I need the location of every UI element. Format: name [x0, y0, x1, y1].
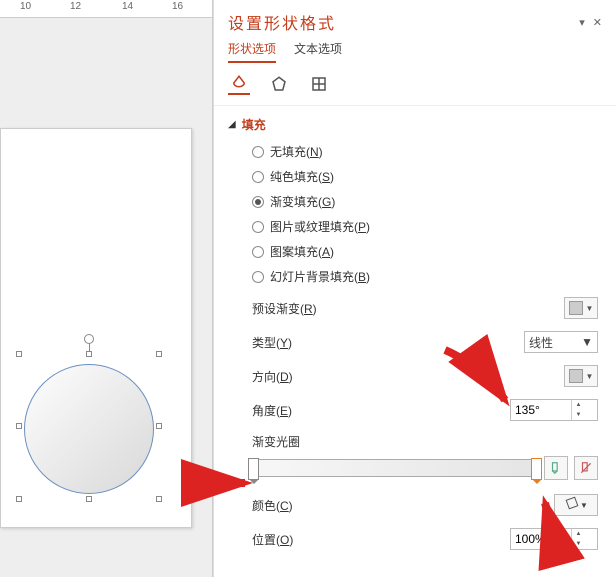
tab-shape-options[interactable]: 形状选项 [228, 40, 276, 63]
horizontal-ruler: 10 12 14 16 [0, 0, 213, 18]
angle-input[interactable] [511, 400, 571, 420]
angle-row: 角度(E) ▲▼ [252, 399, 598, 421]
gradient-stop-1[interactable] [248, 458, 259, 480]
fill-line-icon[interactable] [228, 73, 250, 95]
angle-spinner[interactable]: ▲▼ [510, 399, 598, 421]
format-shape-panel: 设置形状格式 ▾ ✕ 形状选项 文本选项 ◢ 填充 无填充(N) 纯色填充(S)… [213, 0, 616, 577]
size-properties-icon[interactable] [308, 73, 330, 95]
selected-shape-bbox[interactable] [19, 354, 159, 499]
radio-slide-bg-fill[interactable]: 幻灯片背景填充(B) [252, 268, 602, 285]
option-tabs: 形状选项 文本选项 [214, 40, 616, 69]
add-stop-button[interactable] [544, 456, 568, 480]
effects-icon[interactable] [268, 73, 290, 95]
fill-radio-group: 无填充(N) 纯色填充(S) 渐变填充(G) 图片或纹理填充(P) 图案填充(A… [214, 139, 616, 289]
resize-handle-ml[interactable] [16, 423, 22, 429]
panel-close-icon[interactable]: ✕ [593, 16, 602, 29]
position-row: 位置(O) ▲▼ [252, 528, 598, 550]
position-input[interactable] [511, 529, 571, 549]
position-spinner[interactable]: ▲▼ [510, 528, 598, 550]
slide[interactable] [0, 128, 192, 528]
resize-handle-mr[interactable] [156, 423, 162, 429]
ruler-tick: 10 [20, 1, 31, 12]
fill-section-header[interactable]: ◢ 填充 [214, 106, 616, 139]
color-row: 颜色(C) ▼ [252, 494, 598, 516]
preset-gradient-row: 预设渐变(R) ▼ [252, 297, 598, 319]
resize-handle-bl[interactable] [16, 496, 22, 502]
ruler-tick: 14 [122, 1, 133, 12]
remove-stop-button[interactable] [574, 456, 598, 480]
tab-text-options[interactable]: 文本选项 [294, 40, 342, 63]
radio-picture-fill[interactable]: 图片或纹理填充(P) [252, 218, 602, 235]
gradient-stops-label: 渐变光圈 [214, 423, 616, 454]
resize-handle-bm[interactable] [86, 496, 92, 502]
resize-handle-tm[interactable] [86, 351, 92, 357]
resize-handle-br[interactable] [156, 496, 162, 502]
category-icon-tabs [214, 69, 616, 106]
panel-title: 设置形状格式 [228, 10, 336, 34]
radio-solid-fill[interactable]: 纯色填充(S) [252, 168, 602, 185]
panel-menu-caret-icon[interactable]: ▾ [579, 16, 585, 29]
circle-shape[interactable] [24, 364, 154, 494]
fill-section-label: 填充 [242, 116, 266, 133]
direction-row: 方向(D) ▼ [252, 365, 598, 387]
preset-gradient-picker[interactable]: ▼ [564, 297, 598, 319]
position-up-button[interactable]: ▲ [572, 529, 585, 539]
angle-up-button[interactable]: ▲ [572, 400, 585, 410]
angle-down-button[interactable]: ▼ [572, 410, 585, 420]
resize-handle-tr[interactable] [156, 351, 162, 357]
gradient-type-select[interactable]: 线性▼ [524, 331, 598, 353]
ruler-tick: 12 [70, 1, 81, 12]
gradient-color-picker[interactable]: ▼ [554, 494, 598, 516]
slide-canvas[interactable] [0, 18, 213, 577]
gradient-direction-picker[interactable]: ▼ [564, 365, 598, 387]
radio-pattern-fill[interactable]: 图案填充(A) [252, 243, 602, 260]
gradient-stops-slider[interactable] [252, 459, 538, 477]
resize-handle-tl[interactable] [16, 351, 22, 357]
paint-bucket-icon [564, 498, 578, 512]
rotate-handle[interactable] [84, 334, 94, 344]
radio-gradient-fill[interactable]: 渐变填充(G) [252, 193, 602, 210]
collapse-triangle-icon: ◢ [228, 119, 236, 130]
type-row: 类型(Y) 线性▼ [252, 331, 598, 353]
position-down-button[interactable]: ▼ [572, 539, 585, 549]
radio-no-fill[interactable]: 无填充(N) [252, 143, 602, 160]
ruler-tick: 16 [172, 1, 183, 12]
gradient-stop-2[interactable] [531, 458, 542, 480]
